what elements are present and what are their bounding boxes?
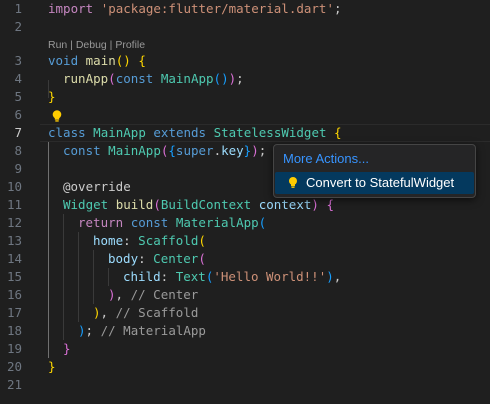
code-line-15: child: Text('Hello World!!'), [123, 269, 342, 284]
code-actions-menu: More Actions... Convert to StatefulWidge… [273, 144, 476, 198]
line-number: 13 [6, 233, 22, 248]
line-number: 18 [6, 323, 22, 338]
convert-to-stateful-widget-item[interactable]: Convert to StatefulWidget [275, 172, 474, 194]
line-number: 21 [6, 377, 22, 392]
code-line-7: class MainApp extends StatelessWidget { [48, 125, 342, 140]
menu-item-label: Convert to StatefulWidget [306, 175, 455, 190]
line-number: 11 [6, 197, 22, 212]
code-line-16: ), // Center [108, 287, 199, 302]
line-number: 20 [6, 359, 22, 374]
code-line-3: void main() { [48, 53, 146, 68]
line-number: 9 [14, 161, 22, 176]
code-line-14: body: Center( [108, 251, 206, 266]
code-line-5: } [48, 89, 56, 104]
code-editor[interactable]: 1 2 3 4 5 6 7 8 9 10 11 12 13 14 15 16 1… [0, 0, 490, 404]
more-actions-link[interactable]: More Actions... [283, 150, 369, 168]
code-line-20: } [48, 359, 56, 374]
codelens-run-debug-profile[interactable]: Run | Debug | Profile [48, 38, 145, 52]
line-number: 12 [6, 215, 22, 230]
line-number: 19 [6, 341, 22, 356]
code-line-12: return const MaterialApp( [78, 215, 267, 230]
line-number: 15 [6, 269, 22, 284]
line-number: 5 [14, 89, 22, 104]
code-line-8: const MainApp({super.key}); [63, 143, 267, 158]
code-line-4: runApp(const MainApp()); [63, 71, 244, 86]
line-number: 16 [6, 287, 22, 302]
code-line-1: import 'package:flutter/material.dart'; [48, 1, 342, 16]
line-number-active: 7 [14, 125, 22, 140]
code-line-17: ), // Scaffold [93, 305, 199, 320]
lightbulb-icon [287, 176, 299, 190]
line-number: 8 [14, 143, 22, 158]
line-number: 3 [14, 53, 22, 68]
line-number: 4 [14, 71, 22, 86]
code-line-18: ); // MaterialApp [78, 323, 206, 338]
line-number: 2 [14, 19, 22, 34]
line-number: 1 [14, 1, 22, 16]
line-number: 17 [6, 305, 22, 320]
line-number: 10 [6, 179, 22, 194]
line-number: 6 [14, 107, 22, 122]
code-line-10: @override [63, 179, 131, 194]
code-line-19: } [63, 341, 71, 356]
code-line-13: home: Scaffold( [93, 233, 206, 248]
lightbulb-icon[interactable] [50, 108, 64, 122]
code-line-11: Widget build(BuildContext context) { [63, 197, 334, 212]
line-number: 14 [6, 251, 22, 266]
